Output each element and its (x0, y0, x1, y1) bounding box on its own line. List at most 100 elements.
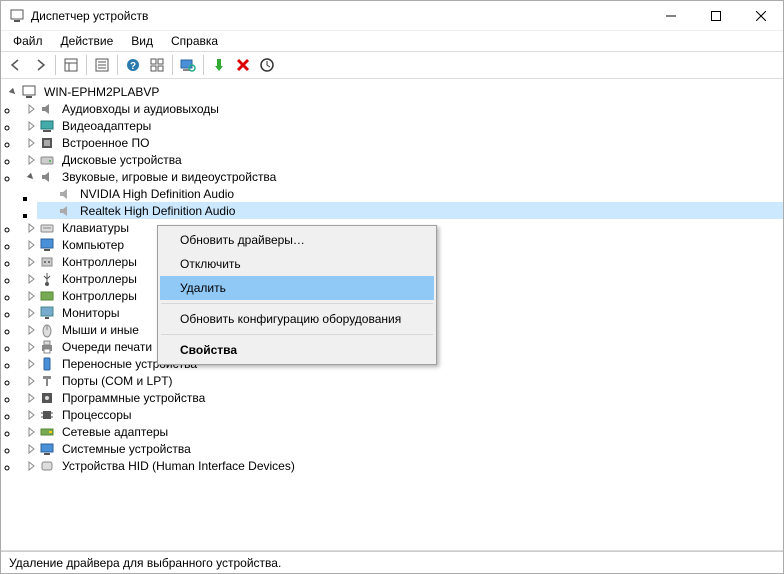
ctx-disable[interactable]: Отключить (160, 252, 434, 276)
expander-closed-icon[interactable] (23, 135, 39, 151)
printer-icon (39, 339, 55, 355)
tree-node-label: Клавиатуры (59, 220, 132, 236)
expander-closed-icon[interactable] (23, 288, 39, 304)
portable-device-icon (39, 356, 55, 372)
audio-device-icon (57, 186, 73, 202)
tree-category-node[interactable]: Видеоадаптеры (19, 117, 783, 134)
monitor-icon (39, 305, 55, 321)
tree-node-label: WIN-EPHM2PLABVP (41, 84, 162, 100)
tree-category-node[interactable]: Устройства HID (Human Interface Devices) (19, 457, 783, 474)
grid-button[interactable] (146, 54, 168, 76)
update-driver-button[interactable] (256, 54, 278, 76)
computer-icon (21, 84, 37, 100)
tree-node-label: Порты (COM и LPT) (59, 373, 176, 389)
menubar: Файл Действие Вид Справка (1, 31, 783, 51)
tree-node-label: Мыши и иные (59, 322, 142, 338)
expander-closed-icon[interactable] (23, 220, 39, 236)
tree-category-node[interactable]: Звуковые, игровые и видеоустройства (19, 168, 783, 185)
toolbar-separator (172, 55, 173, 75)
processor-icon (39, 407, 55, 423)
app-icon (9, 8, 25, 24)
tree-category-node[interactable]: Программные устройства (19, 389, 783, 406)
help-button[interactable]: ? (122, 54, 144, 76)
expander-closed-icon[interactable] (23, 458, 39, 474)
tree-category-node[interactable]: Порты (COM и LPT) (19, 372, 783, 389)
expander-open-icon[interactable] (5, 84, 21, 100)
tree-category-node[interactable]: Дисковые устройства (19, 151, 783, 168)
hid-icon (39, 458, 55, 474)
tree-root-node[interactable]: WIN-EPHM2PLABVP (1, 83, 783, 100)
tree-device-node[interactable]: NVIDIA High Definition Audio (37, 185, 783, 202)
controller-icon (39, 254, 55, 270)
tree-node-label: Дисковые устройства (59, 152, 185, 168)
ctx-scan-hardware[interactable]: Обновить конфигурацию оборудования (160, 307, 434, 331)
tree-category-node[interactable]: Встроенное ПО (19, 134, 783, 151)
menu-view[interactable]: Вид (123, 32, 161, 50)
expander-closed-icon[interactable] (23, 339, 39, 355)
titlebar: Диспетчер устройств (1, 1, 783, 31)
expander-closed-icon[interactable] (23, 424, 39, 440)
audio-icon (39, 169, 55, 185)
show-hide-button[interactable] (60, 54, 82, 76)
enable-button[interactable] (208, 54, 230, 76)
expander-closed-icon[interactable] (23, 254, 39, 270)
minimize-button[interactable] (648, 1, 693, 30)
ctx-delete[interactable]: Удалить (160, 276, 434, 300)
disk-icon (39, 152, 55, 168)
maximize-button[interactable] (693, 1, 738, 30)
audio-icon (39, 101, 55, 117)
back-button[interactable] (5, 54, 27, 76)
usb-icon (39, 271, 55, 287)
toolbar-separator (86, 55, 87, 75)
audio-device-icon (57, 203, 73, 219)
keyboard-icon (39, 220, 55, 236)
tree-node-label: Сетевые адаптеры (59, 424, 171, 440)
toolbar-separator (203, 55, 204, 75)
ctx-properties[interactable]: Свойства (160, 338, 434, 362)
expander-closed-icon[interactable] (23, 441, 39, 457)
tree-node-label: Встроенное ПО (59, 135, 152, 151)
tree-node-label: Программные устройства (59, 390, 208, 406)
ctx-update-drivers[interactable]: Обновить драйверы… (160, 228, 434, 252)
tree-node-label: Мониторы (59, 305, 122, 321)
window-controls (648, 1, 783, 30)
statusbar-text: Удаление драйвера для выбранного устройс… (9, 556, 281, 570)
tree-category-node[interactable]: Сетевые адаптеры (19, 423, 783, 440)
software-device-icon (39, 390, 55, 406)
tree-node-label: Realtek High Definition Audio (77, 203, 238, 219)
device-tree[interactable]: WIN-EPHM2PLABVP Аудиовходы и аудиовыходы… (1, 79, 783, 551)
expander-closed-icon[interactable] (23, 118, 39, 134)
expander-closed-icon[interactable] (23, 305, 39, 321)
tree-node-label: NVIDIA High Definition Audio (77, 186, 237, 202)
expander-open-icon[interactable] (23, 169, 39, 185)
uninstall-button[interactable] (232, 54, 254, 76)
expander-closed-icon[interactable] (23, 152, 39, 168)
expander-closed-icon[interactable] (23, 237, 39, 253)
tree-category-node[interactable]: Системные устройства (19, 440, 783, 457)
tree-node-label: Видеоадаптеры (59, 118, 154, 134)
menu-help[interactable]: Справка (163, 32, 226, 50)
expander-closed-icon[interactable] (23, 101, 39, 117)
computer-icon (39, 237, 55, 253)
expander-closed-icon[interactable] (23, 322, 39, 338)
expander-closed-icon[interactable] (23, 356, 39, 372)
menu-file[interactable]: Файл (5, 32, 51, 50)
scan-hardware-button[interactable] (177, 54, 199, 76)
close-button[interactable] (738, 1, 783, 30)
forward-button[interactable] (29, 54, 51, 76)
tree-node-label: Контроллеры (59, 254, 140, 270)
context-menu: Обновить драйверы… Отключить Удалить Обн… (157, 225, 437, 365)
tree-node-label: Устройства HID (Human Interface Devices) (59, 458, 298, 474)
expander-closed-icon[interactable] (23, 271, 39, 287)
window-title: Диспетчер устройств (31, 9, 648, 23)
menu-action[interactable]: Действие (53, 32, 122, 50)
expander-closed-icon[interactable] (23, 407, 39, 423)
expander-closed-icon[interactable] (23, 390, 39, 406)
tree-category-node[interactable]: Процессоры (19, 406, 783, 423)
properties-button[interactable] (91, 54, 113, 76)
expander-closed-icon[interactable] (23, 373, 39, 389)
toolbar-separator (117, 55, 118, 75)
display-adapter-icon (39, 118, 55, 134)
tree-device-node-selected[interactable]: Realtek High Definition Audio (37, 202, 783, 219)
tree-category-node[interactable]: Аудиовходы и аудиовыходы (19, 100, 783, 117)
